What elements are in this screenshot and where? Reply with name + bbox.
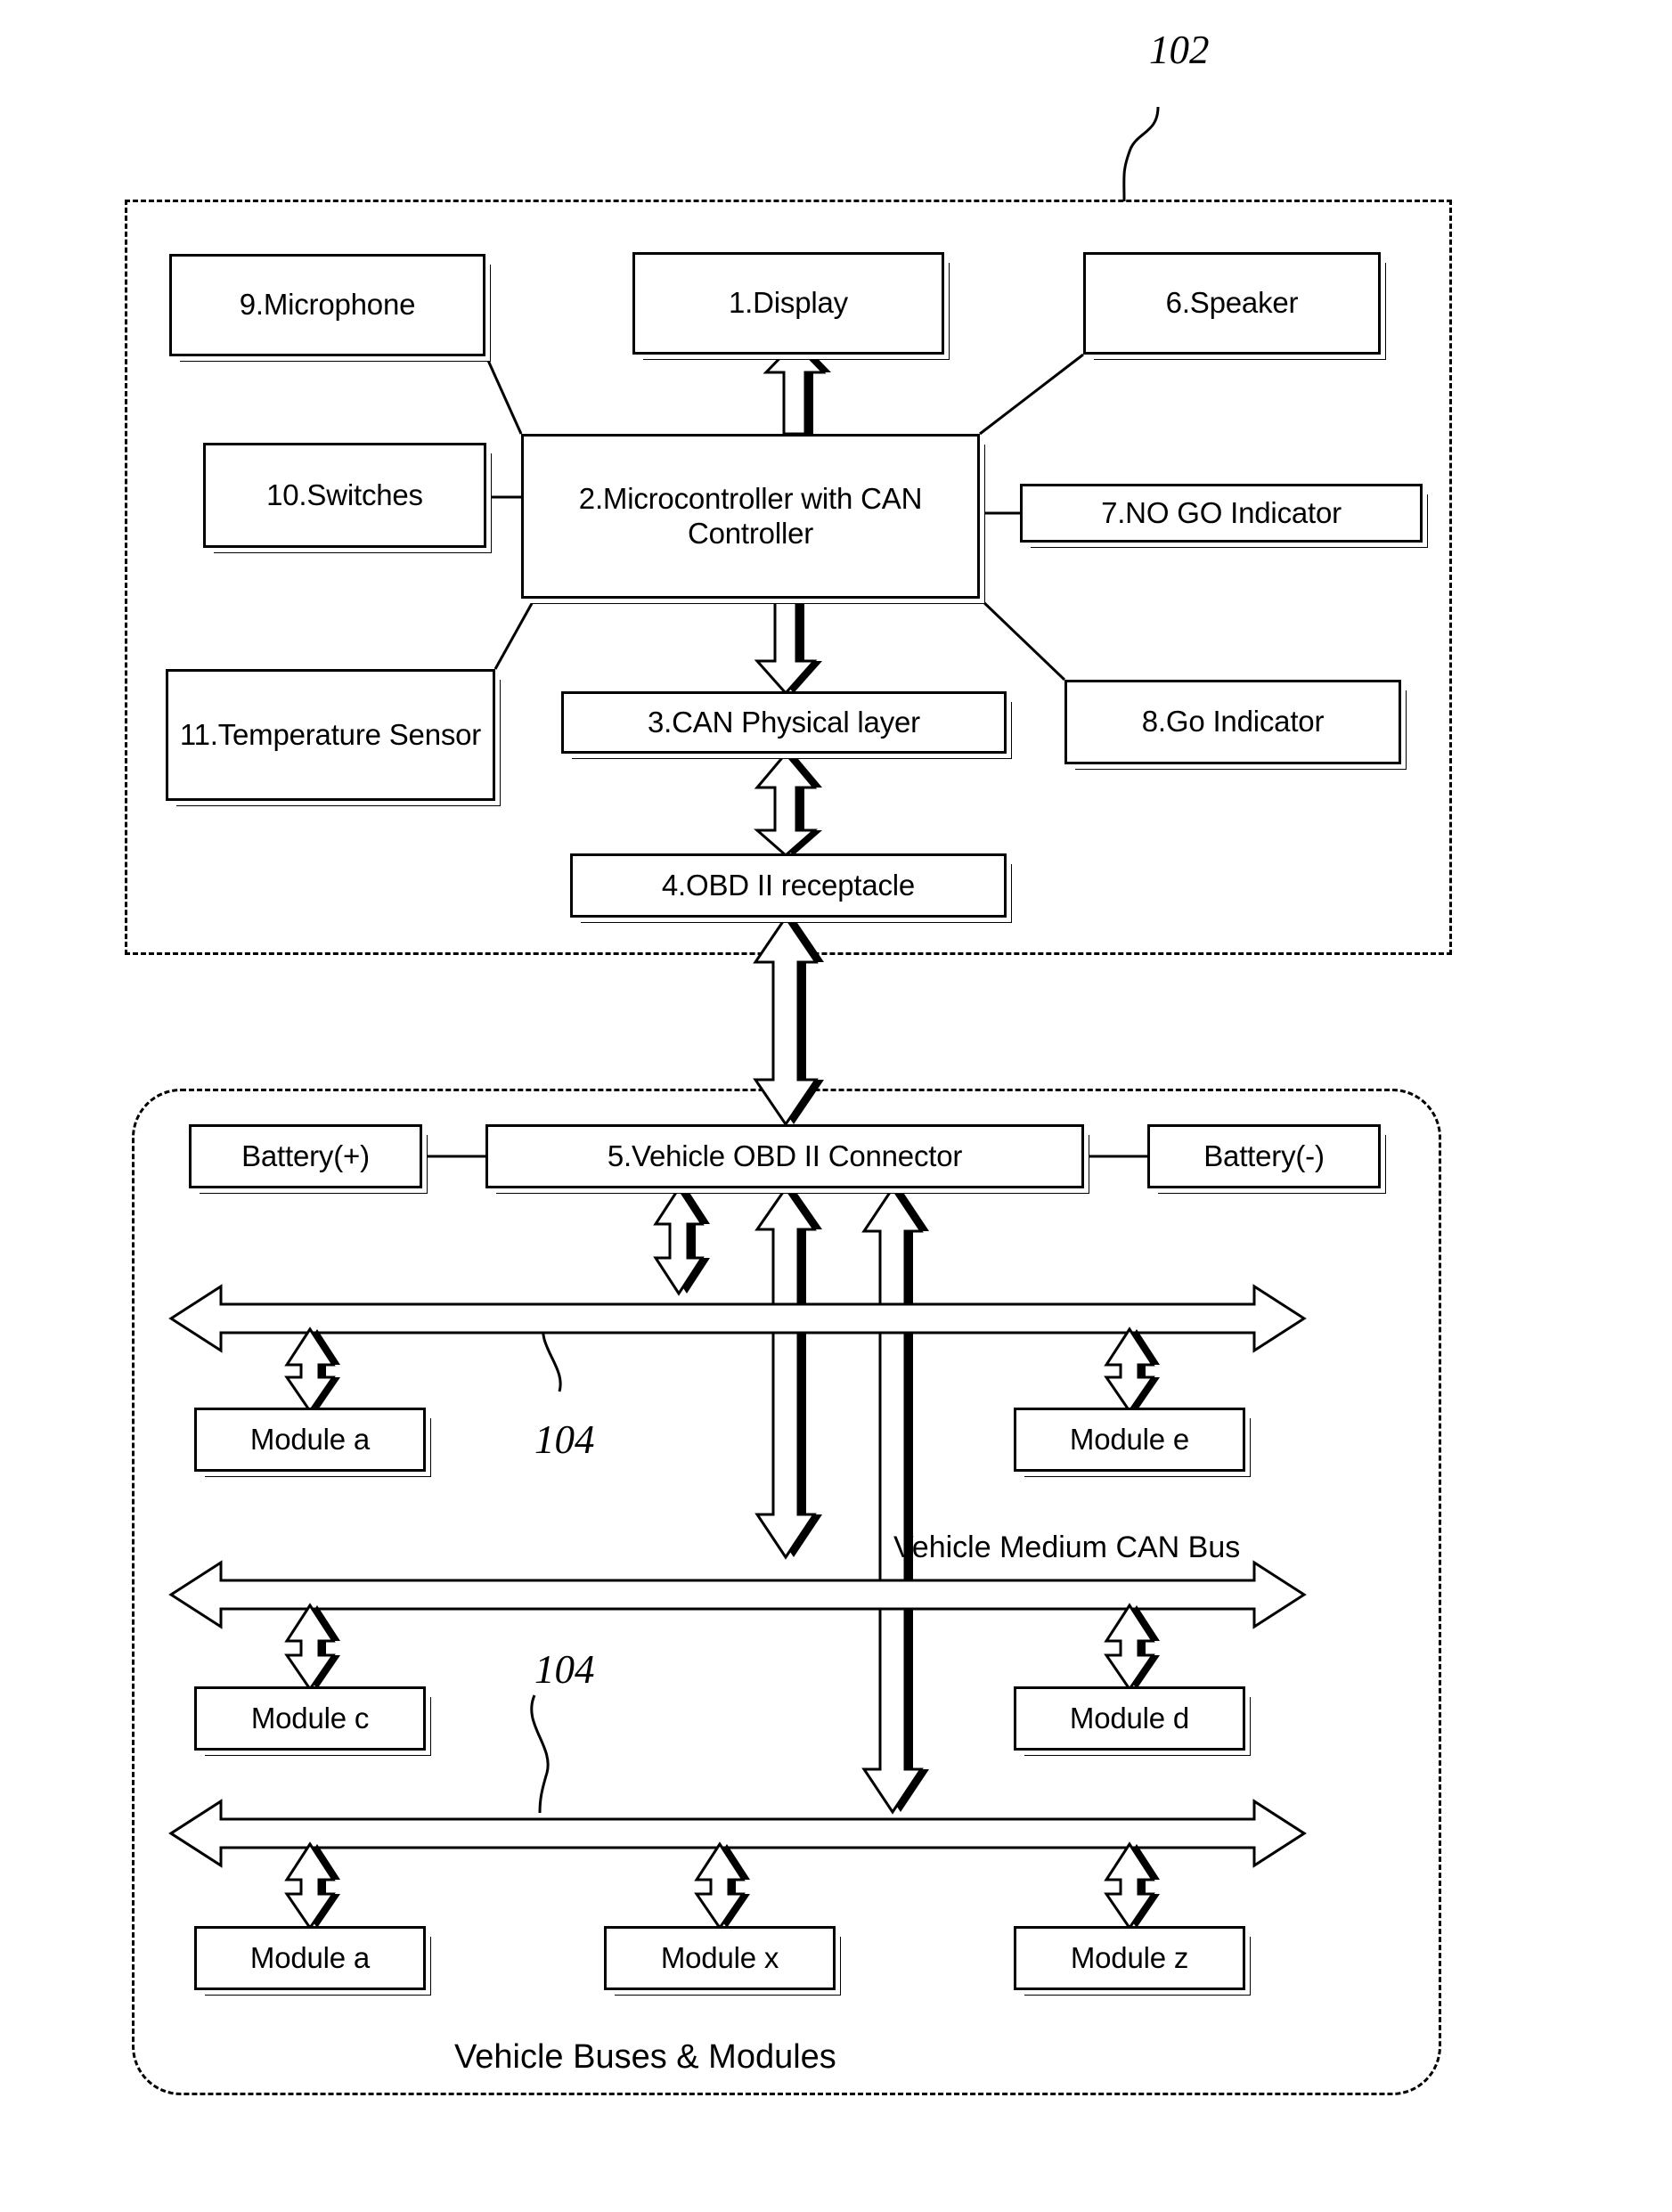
module-a-lower-label: Module a xyxy=(249,1940,371,1974)
vehicle-enclosure-caption: Vehicle Buses & Modules xyxy=(454,2038,836,2076)
block-display[interactable]: 1.Display xyxy=(632,252,944,355)
block-go-indicator[interactable]: 8.Go Indicator xyxy=(1064,680,1401,764)
block-go-indicator-label: 8.Go Indicator xyxy=(1141,705,1325,739)
block-temperature-sensor-label: 11.Temperature Sensor xyxy=(179,717,482,751)
block-battery-positive[interactable]: Battery(+) xyxy=(189,1124,422,1188)
block-vehicle-obd-ii-connector[interactable]: 5.Vehicle OBD II Connector xyxy=(485,1124,1084,1188)
block-no-go-indicator-label: 7.NO GO Indicator xyxy=(1101,495,1342,529)
block-speaker-label: 6.Speaker xyxy=(1165,286,1299,320)
block-no-go-indicator[interactable]: 7.NO GO Indicator xyxy=(1020,484,1423,543)
module-e[interactable]: Module e xyxy=(1014,1408,1245,1472)
reference-numeral-104-lower: 104 xyxy=(534,1647,595,1692)
module-x-label: Module x xyxy=(660,1940,779,1974)
module-c[interactable]: Module c xyxy=(194,1686,426,1751)
module-x[interactable]: Module x xyxy=(604,1926,836,1990)
reference-numeral-102: 102 xyxy=(1149,28,1210,72)
block-temperature-sensor[interactable]: 11.Temperature Sensor xyxy=(166,669,495,801)
block-display-label: 1.Display xyxy=(729,286,848,320)
block-obd-ii-receptacle[interactable]: 4.OBD II receptacle xyxy=(570,853,1007,918)
block-microphone-label: 9.Microphone xyxy=(239,288,416,322)
block-battery-negative-label: Battery(-) xyxy=(1203,1139,1325,1172)
reference-numeral-104-upper: 104 xyxy=(534,1417,595,1462)
block-battery-positive-label: Battery(+) xyxy=(241,1139,370,1172)
block-switches-label: 10.Switches xyxy=(266,477,423,511)
block-vehicle-obd-ii-connector-label: 5.Vehicle OBD II Connector xyxy=(607,1139,963,1172)
leader-line-102 xyxy=(1122,106,1160,202)
module-d[interactable]: Module d xyxy=(1014,1686,1245,1751)
block-can-physical-layer[interactable]: 3.CAN Physical layer xyxy=(561,691,1007,754)
module-d-label: Module d xyxy=(1069,1701,1190,1735)
block-can-physical-layer-label: 3.CAN Physical layer xyxy=(648,705,920,739)
module-c-label: Module c xyxy=(250,1701,370,1735)
bus-label-vehicle-medium-can-bus: Vehicle Medium CAN Bus xyxy=(893,1530,1241,1564)
module-z-label: Module z xyxy=(1070,1940,1189,1974)
block-speaker[interactable]: 6.Speaker xyxy=(1083,252,1381,355)
module-a-upper[interactable]: Module a xyxy=(194,1408,426,1472)
module-a-upper-label: Module a xyxy=(249,1422,371,1456)
block-microphone[interactable]: 9.Microphone xyxy=(169,254,485,356)
block-switches[interactable]: 10.Switches xyxy=(203,443,486,548)
block-microcontroller-label: 2.Microcontroller with CAN Controller xyxy=(578,481,923,550)
block-microcontroller[interactable]: 2.Microcontroller with CAN Controller xyxy=(521,434,980,599)
module-a-lower[interactable]: Module a xyxy=(194,1926,426,1990)
block-obd-ii-receptacle-label: 4.OBD II receptacle xyxy=(661,868,916,902)
block-battery-negative[interactable]: Battery(-) xyxy=(1147,1124,1381,1188)
figure-canvas: 102 9.Microphone 1.Display 6.Speaker 10.… xyxy=(0,0,1672,2212)
module-z[interactable]: Module z xyxy=(1014,1926,1245,1990)
module-e-label: Module e xyxy=(1069,1422,1190,1456)
